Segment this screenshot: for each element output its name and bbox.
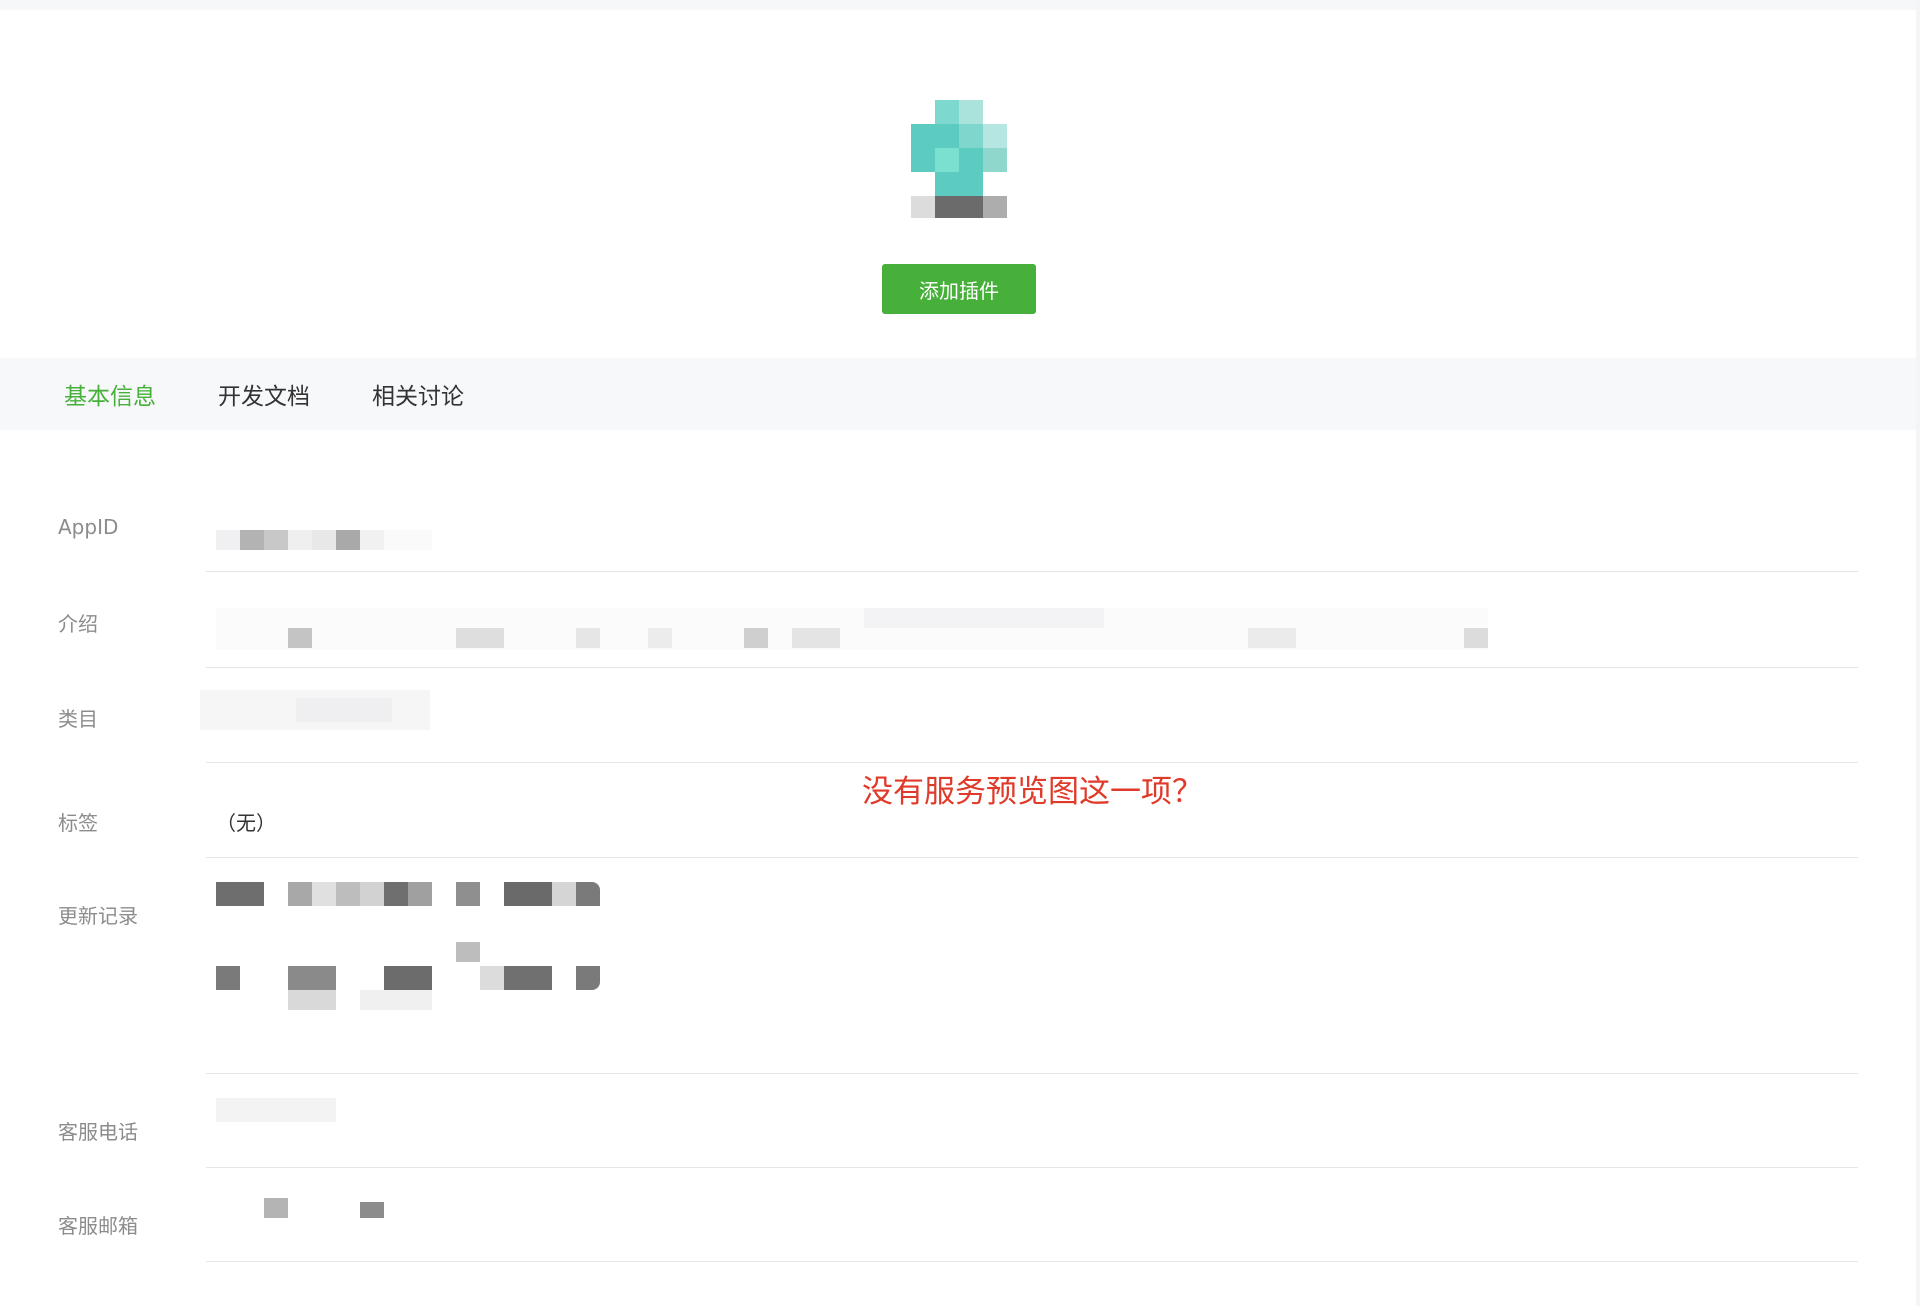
- changelog-label: 更新记录: [58, 904, 138, 928]
- tab-basic-info[interactable]: 基本信息: [64, 377, 156, 411]
- appid-label: AppID: [58, 515, 119, 539]
- intro-label: 介绍: [58, 612, 98, 636]
- divider: [206, 1073, 1858, 1074]
- annotation-text: 没有服务预览图这一项？: [862, 774, 1203, 810]
- plugin-logo: [911, 88, 1007, 218]
- tags-label: 标签: [58, 811, 98, 835]
- divider: [206, 1261, 1858, 1262]
- service-phone-label: 客服电话: [58, 1120, 138, 1144]
- divider: [206, 667, 1858, 668]
- divider: [206, 571, 1858, 572]
- tab-bar: 基本信息 开发文档 相关讨论: [0, 358, 1916, 430]
- service-email-label: 客服邮箱: [58, 1214, 138, 1238]
- tab-discussion[interactable]: 相关讨论: [372, 377, 464, 411]
- divider: [206, 762, 1858, 763]
- category-label: 类目: [58, 707, 98, 731]
- add-plugin-button[interactable]: 添加插件: [882, 264, 1036, 314]
- divider: [206, 1167, 1858, 1168]
- page-edge: [1916, 0, 1920, 1306]
- tab-dev-docs[interactable]: 开发文档: [218, 377, 310, 411]
- divider: [206, 857, 1858, 858]
- plugin-detail-page: 添加插件 基本信息 开发文档 相关讨论 AppID 介绍 类目 没有服务预览图这…: [0, 10, 1916, 1306]
- tags-value: （无）: [216, 811, 276, 835]
